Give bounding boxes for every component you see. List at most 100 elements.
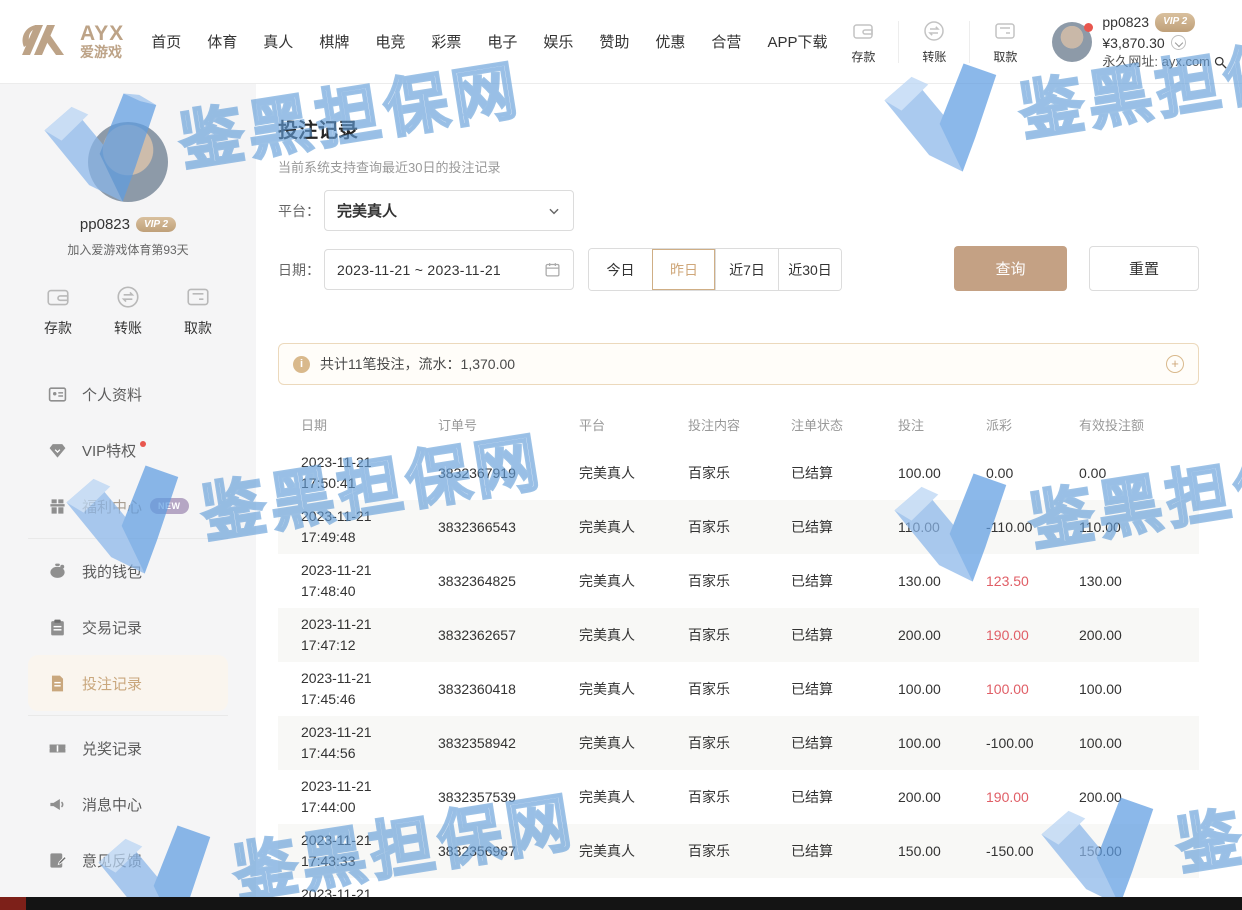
sidebar-item-label: 意见反馈 [82,850,142,871]
platform-select[interactable]: 完美真人 [324,190,574,231]
sidebar-menu: 个人资料 VIP特权 福利中心 NEW [0,366,256,888]
cell-bet: 100.00 [898,681,986,697]
sidebar-item-prize-records[interactable]: 兑奖记录 [28,720,228,776]
cell-content: 百家乐 [688,571,791,591]
sidebar-withdraw-button[interactable]: 取款 [184,284,212,338]
new-badge: NEW [150,498,189,514]
nav-item[interactable]: 体育 [207,31,237,52]
permanent-url: 永久网址: ayx.com [1102,53,1210,72]
cell-content: 百家乐 [688,463,791,483]
table-body: 2023-11-2117:50:413832367919完美真人百家乐已结算10… [278,446,1199,910]
nav-item[interactable]: 彩票 [431,31,461,52]
profile-avatar[interactable] [88,122,168,202]
wallet-icon [45,284,71,310]
header-withdraw-button[interactable]: 取款 [974,19,1036,65]
brand-logo[interactable]: AYX 爱游戏 [20,21,124,63]
sidebar-item-label: 投注记录 [82,673,142,694]
cell-payout: 100.00 [986,681,1079,697]
cell-platform: 完美真人 [579,517,688,537]
transfer-icon [115,284,141,310]
col-header-valid: 有效投注额 [1079,415,1191,434]
top-header: AYX 爱游戏 首页 体育 真人 棋牌 电竞 彩票 电子 娱乐 赞助 优惠 合营 APP下载 存款 转… [0,0,1242,84]
nav-item[interactable]: 棋牌 [319,31,349,52]
cell-valid: 200.00 [1079,789,1191,805]
table-row: 2023-11-2117:50:413832367919完美真人百家乐已结算10… [278,446,1199,500]
date-quick-ranges: 今日 昨日 近7日 近30日 [588,248,842,291]
table-row: 2023-11-2117:49:483832366543完美真人百家乐已结算11… [278,500,1199,554]
cell-payout: -150.00 [986,843,1079,859]
sidebar-transfer-button[interactable]: 转账 [114,284,142,338]
reset-button[interactable]: 重置 [1089,246,1199,291]
quick-action-label: 转账 [114,318,142,338]
cell-order: 3832364825 [438,573,579,589]
range-today-button[interactable]: 今日 [589,249,652,290]
sidebar-item-messages[interactable]: 消息中心 [28,776,228,832]
cell-valid: 130.00 [1079,573,1191,589]
sidebar-item-feedback[interactable]: 意见反馈 [28,832,228,888]
clipboard-icon [48,618,67,637]
range-7days-button[interactable]: 近7日 [715,249,778,290]
sidebar-item-vip[interactable]: VIP特权 [28,422,228,478]
cell-platform: 完美真人 [579,463,688,483]
cell-order: 3832367919 [438,465,579,481]
cell-status: 已结算 [791,841,898,861]
sidebar-item-bet-records[interactable]: 投注记录 [28,655,228,711]
transfer-icon [922,19,946,43]
user-avatar[interactable] [1052,22,1092,62]
quick-action-label: 转账 [922,48,946,65]
cell-date: 2023-11-2117:43:33 [301,830,438,872]
nav-item[interactable]: 首页 [151,31,181,52]
range-30days-button[interactable]: 近30日 [778,249,841,290]
wallet-icon [851,19,875,43]
sidebar-item-welfare[interactable]: 福利中心 NEW [28,478,228,534]
header-deposit-button[interactable]: 存款 [832,19,894,65]
cell-status: 已结算 [791,571,898,591]
cell-bet: 200.00 [898,627,986,643]
cell-order: 3832362657 [438,627,579,643]
nav-item[interactable]: APP下载 [767,31,827,52]
cell-status: 已结算 [791,733,898,753]
nav-item[interactable]: 赞助 [599,31,629,52]
cell-order: 3832357539 [438,789,579,805]
cell-valid: 100.00 [1079,681,1191,697]
cell-bet: 100.00 [898,735,986,751]
nav-item[interactable]: 电子 [487,31,517,52]
search-button[interactable]: 查询 [954,246,1067,291]
table-row: 2023-11-2117:44:003832357539完美真人百家乐已结算20… [278,770,1199,824]
nav-item[interactable]: 优惠 [655,31,685,52]
sidebar-deposit-button[interactable]: 存款 [44,284,72,338]
date-range-input[interactable]: 2023-11-21 ~ 2023-11-21 [324,249,574,290]
nav-item[interactable]: 娱乐 [543,31,573,52]
sidebar-item-label: 福利中心 [82,496,142,517]
cell-platform: 完美真人 [579,679,688,699]
expand-plus-icon[interactable]: + [1166,355,1184,373]
quick-action-label: 存款 [44,318,72,338]
cell-content: 百家乐 [688,733,791,753]
cell-payout: -100.00 [986,735,1079,751]
cell-payout: 190.00 [986,627,1079,643]
cell-status: 已结算 [791,463,898,483]
vip-icon [48,441,67,460]
platform-label: 平台： [278,201,324,221]
header-transfer-button[interactable]: 转账 [903,19,965,65]
main-content: 投注记录 当前系统支持查询最近30日的投注记录 平台： 完美真人 日期： 202… [256,84,1242,910]
nav-item[interactable]: 合营 [711,31,741,52]
cell-date: 2023-11-2117:48:40 [301,560,438,602]
cell-bet: 100.00 [898,465,986,481]
cell-date: 2023-11-2117:50:41 [301,452,438,494]
nav-item[interactable]: 电竞 [375,31,405,52]
sidebar-item-profile[interactable]: 个人资料 [28,366,228,422]
range-yesterday-button[interactable]: 昨日 [652,249,715,290]
sidebar-item-label: VIP特权 [82,440,136,461]
notification-dot [140,441,146,447]
chevron-down-icon[interactable] [1171,35,1186,50]
nav-item[interactable]: 真人 [263,31,293,52]
cell-platform: 完美真人 [579,571,688,591]
sidebar-item-wallet[interactable]: 我的钱包 [28,543,228,599]
sidebar-item-transactions[interactable]: 交易记录 [28,599,228,655]
summary-bar: i 共计11笔投注，流水：1,370.00 + [278,343,1199,385]
bottom-bar-artifact [0,897,26,910]
col-header-platform: 平台 [579,415,688,434]
search-icon[interactable] [1213,55,1228,70]
table-row: 2023-11-2117:47:123832362657完美真人百家乐已结算20… [278,608,1199,662]
